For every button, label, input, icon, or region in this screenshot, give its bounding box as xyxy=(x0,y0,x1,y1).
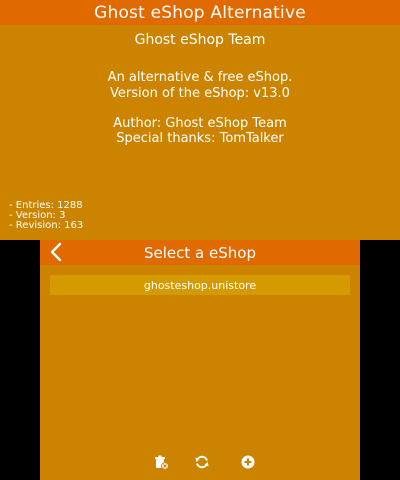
thanks-line: Special thanks: TomTalker xyxy=(116,131,284,146)
eshop-version-line: Version of the eShop: v13.0 xyxy=(110,86,290,101)
bottom-toolbar xyxy=(40,454,360,472)
store-title: Ghost eShop Team xyxy=(134,32,266,48)
app-title: Ghost eShop Alternative xyxy=(94,2,306,23)
eshop-file-name: ghosteshop.unistore xyxy=(143,278,257,292)
store-meta: - Entries: 1288 - Version: 3 - Revision:… xyxy=(9,201,83,231)
back-button[interactable] xyxy=(46,241,68,263)
page-title: Select a eShop xyxy=(144,243,256,262)
add-button[interactable] xyxy=(240,454,256,470)
chevron-left-icon xyxy=(50,242,62,262)
store-description: An alternative & free eShop. Version of … xyxy=(0,70,400,102)
bottom-screen: Select a eShop ghosteshop.unistore xyxy=(40,240,360,480)
description-line: An alternative & free eShop. xyxy=(107,70,293,85)
delete-icon xyxy=(155,455,169,470)
top-header: Ghost eShop Alternative xyxy=(0,0,400,25)
delete-button[interactable] xyxy=(153,454,169,470)
add-icon xyxy=(241,455,255,469)
top-screen: Ghost eShop Alternative Ghost eShop Team… xyxy=(0,0,400,240)
bottom-header: Select a eShop xyxy=(40,240,360,265)
author-line: Author: Ghost eShop Team xyxy=(113,116,287,131)
store-credits: Author: Ghost eShop Team Special thanks:… xyxy=(0,116,400,146)
eshop-list: ghosteshop.unistore xyxy=(50,275,350,295)
list-item[interactable]: ghosteshop.unistore xyxy=(50,275,350,295)
store-revision: - Revision: 163 xyxy=(9,220,84,231)
refresh-icon xyxy=(195,455,209,469)
refresh-button[interactable] xyxy=(194,454,210,470)
